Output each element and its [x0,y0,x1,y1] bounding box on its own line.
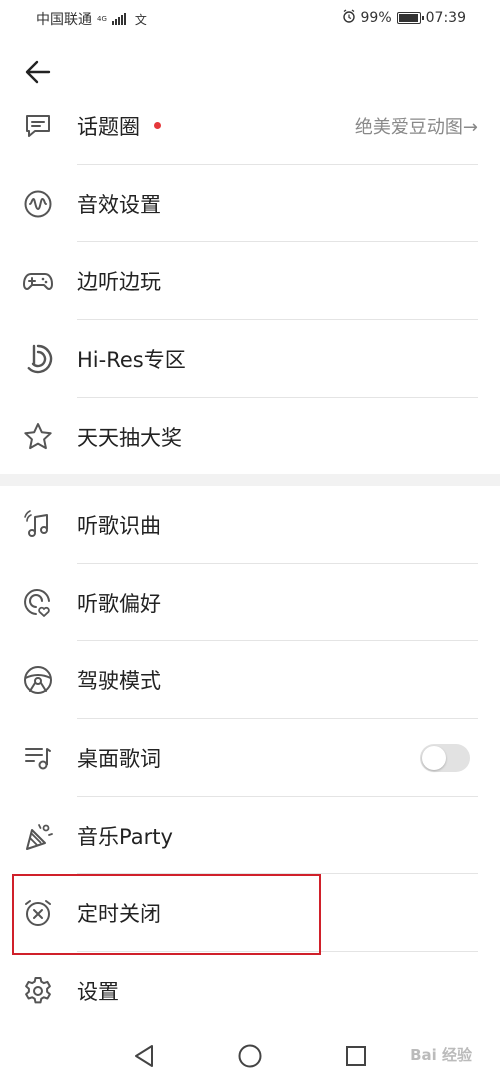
menu-item-sleep-timer[interactable]: 定时关闭 [0,874,500,953]
square-recents-icon [346,1046,366,1066]
menu-item-song-recognition[interactable]: 听歌识曲 [0,486,500,564]
star-icon [22,421,54,453]
back-button[interactable] [18,56,58,88]
nav-back-button[interactable] [130,1042,158,1070]
toggle-knob [422,745,446,770]
status-bar: 中国联通 4G 文 99% 07:39 [0,0,500,36]
signal-icon [111,13,126,25]
carrier-name: 中国联通 [36,12,92,28]
battery-percent: 99% [360,10,392,26]
circle-home-icon [238,1044,262,1068]
menu-item-music-party[interactable]: 音乐Party [0,797,500,875]
menu-item-label: Hi-Res专区 [77,347,186,372]
menu-item-topic-circle[interactable]: 话题圈 绝美爱豆动图→ [0,87,500,165]
party-hat-icon [22,820,54,852]
menu-item-label: 听歌偏好 [77,591,161,616]
watermark: Bai 经验 [410,1046,472,1064]
alarm-off-icon [22,897,54,929]
menu-item-desktop-lyrics[interactable]: 桌面歌词 [0,719,500,797]
battery-icon [396,12,424,24]
lyrics-icon [22,742,54,774]
menu-item-settings[interactable]: 设置 [0,952,500,1030]
music-recognize-icon [22,509,54,541]
menu-item-label: 桌面歌词 [77,746,161,771]
menu-item-label: 听歌识曲 [77,513,161,538]
menu-item-driving-mode[interactable]: 驾驶模式 [0,641,500,720]
clock: 07:39 [425,10,466,26]
menu-item-label: 音乐Party [77,824,173,849]
menu-item-label: 驾驶模式 [77,669,161,694]
menu-item-listening-preference[interactable]: 听歌偏好 [0,564,500,642]
menu-item-label: 天天抽大奖 [77,425,182,450]
menu-item-label: 音效设置 [77,192,161,217]
nav-recents-button[interactable] [342,1042,370,1070]
sound-wave-icon [22,188,54,220]
alarm-icon [342,9,356,27]
gear-icon [22,975,54,1007]
menu-item-daily-lottery[interactable]: 天天抽大奖 [0,398,500,476]
extra-status-icon: 文 [134,12,147,27]
network-type: 4G [97,14,107,23]
menu-item-hires[interactable]: Hi-Res专区 [0,320,500,398]
chat-icon [22,110,54,142]
gamepad-icon [22,265,54,297]
system-nav-bar: Bai 经验 [0,1030,500,1083]
menu-item-label: 设置 [77,979,119,1004]
menu-group-2: 听歌识曲 听歌偏好 驾驶模式 桌面歌词 音乐Party 定时关闭 设置 [0,486,500,1030]
menu-group-1: 话题圈 绝美爱豆动图→ 音效设置 边听边玩 Hi-Res专区 天天抽大奖 [0,87,500,475]
section-divider [0,474,500,486]
notification-dot [154,122,161,130]
steering-wheel-icon [22,664,54,696]
desktop-lyrics-toggle[interactable] [420,743,470,772]
menu-item-sound-settings[interactable]: 音效设置 [0,165,500,243]
triangle-back-icon [135,1045,153,1067]
nav-home-button[interactable] [236,1042,264,1070]
hires-icon [22,343,54,375]
topic-promo-text: 绝美爱豆动图→ [354,116,478,138]
arrow-left-icon [25,60,51,84]
menu-item-label: 话题圈 [77,114,140,139]
menu-item-play-while-listening[interactable]: 边听边玩 [0,242,500,321]
preference-icon [22,587,54,619]
menu-item-label: 定时关闭 [77,902,161,927]
menu-item-label: 边听边玩 [77,270,161,295]
